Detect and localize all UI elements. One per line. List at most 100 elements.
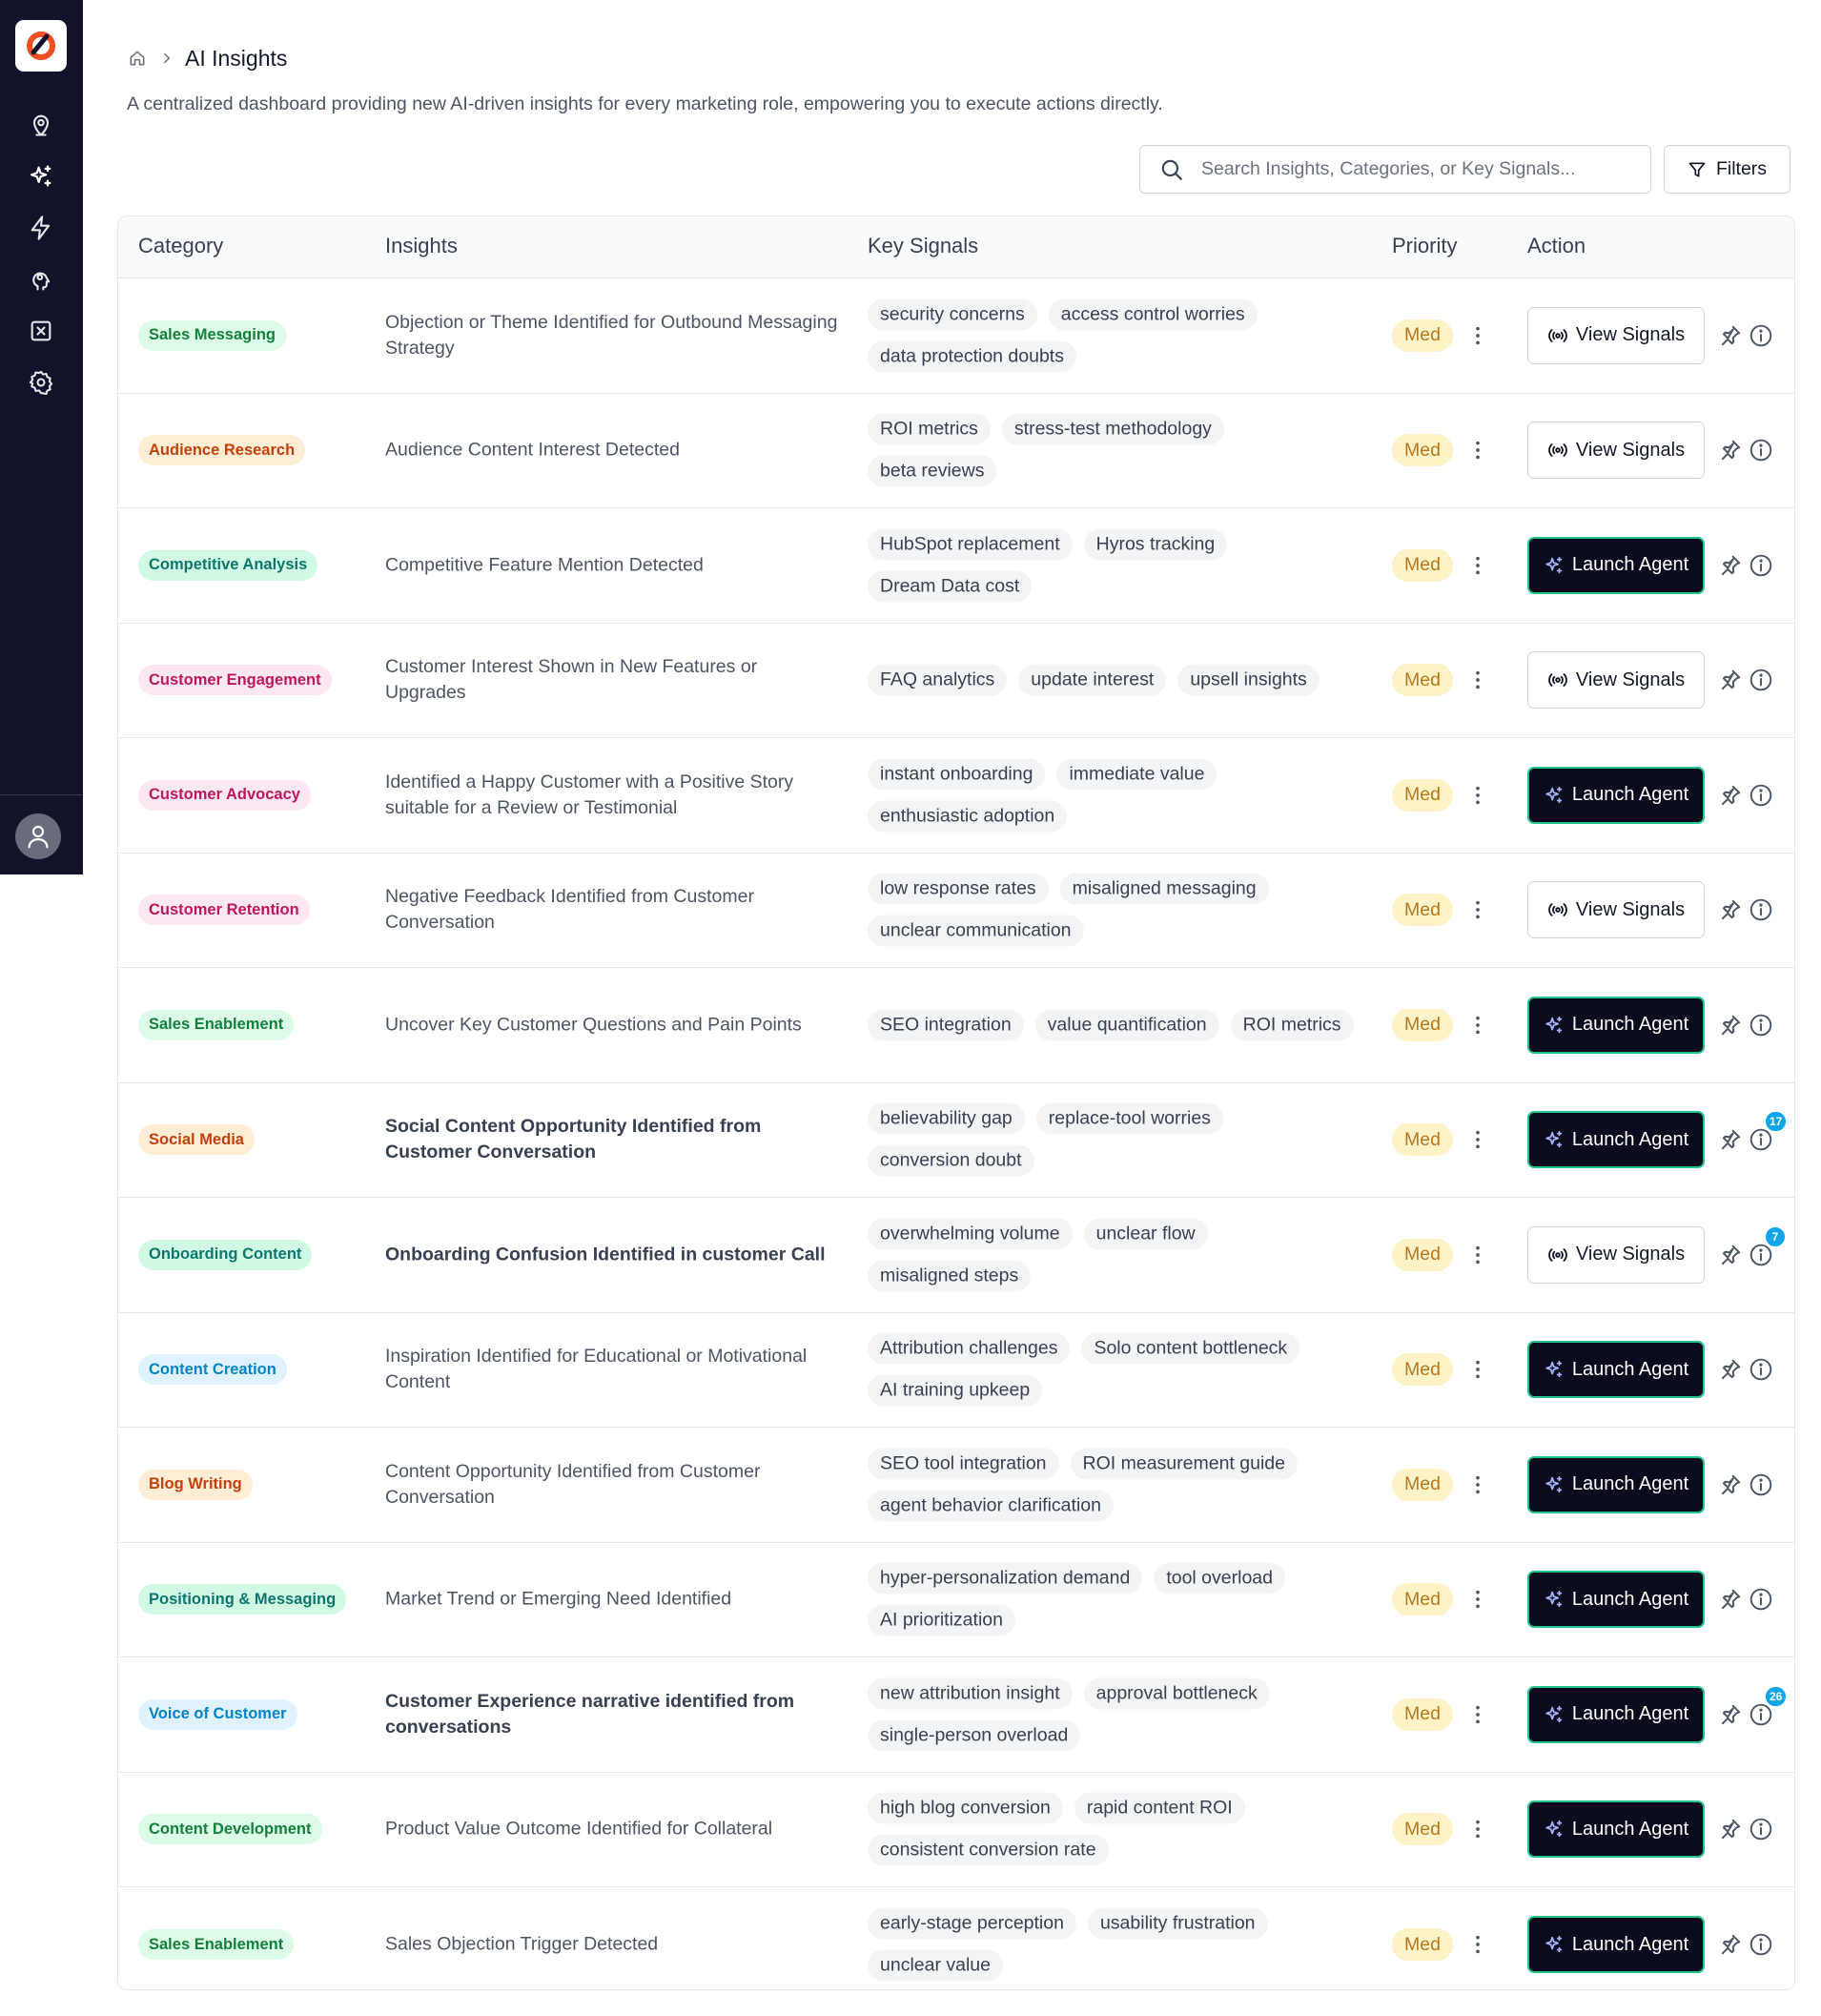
filters-button[interactable]: Filters — [1664, 145, 1790, 194]
pin-icon[interactable] — [1718, 897, 1743, 922]
user-avatar[interactable] — [15, 813, 61, 859]
info-icon[interactable] — [1749, 897, 1773, 922]
pin-icon[interactable] — [1718, 438, 1743, 463]
column-header-action[interactable]: Action — [1527, 234, 1586, 258]
more-options-icon[interactable] — [1468, 321, 1487, 350]
more-options-icon[interactable] — [1468, 1815, 1487, 1843]
info-icon[interactable] — [1749, 668, 1773, 692]
more-options-icon[interactable] — [1468, 1125, 1487, 1154]
column-header-key-signals[interactable]: Key Signals — [868, 234, 978, 258]
view-signals-button[interactable]: View Signals — [1527, 306, 1705, 364]
column-header-insights[interactable]: Insights — [385, 234, 458, 258]
pin-icon[interactable] — [1718, 1817, 1743, 1841]
pin-icon[interactable] — [1718, 1702, 1743, 1727]
more-options-icon[interactable] — [1468, 781, 1487, 810]
view-signals-button[interactable]: View Signals — [1527, 651, 1705, 710]
key-signal-chip: approval bottleneck — [1083, 1677, 1270, 1710]
pin-icon[interactable] — [1718, 1243, 1743, 1267]
more-options-icon[interactable] — [1468, 1471, 1487, 1499]
breadcrumb: AI Insights — [128, 42, 287, 74]
info-icon[interactable] — [1749, 783, 1773, 808]
key-signal-chip: HubSpot replacement — [868, 528, 1073, 561]
app-logo[interactable] — [15, 20, 67, 72]
key-signal-chip: access control worries — [1048, 298, 1258, 331]
sparkles-icon — [1545, 1016, 1563, 1033]
insights-table: Category Insights Key Signals Priority A… — [117, 216, 1795, 1990]
info-icon[interactable] — [1749, 1472, 1773, 1497]
pin-icon[interactable] — [1718, 1932, 1743, 1957]
info-icon[interactable] — [1749, 553, 1773, 578]
pin-icon[interactable] — [1718, 1357, 1743, 1382]
sparkles-icon — [1545, 1475, 1563, 1492]
more-options-icon[interactable] — [1468, 1241, 1487, 1269]
more-options-icon[interactable] — [1468, 551, 1487, 580]
more-options-icon[interactable] — [1468, 1355, 1487, 1384]
sparkles-icon[interactable] — [25, 160, 57, 193]
info-icon[interactable] — [1749, 323, 1773, 348]
lightning-icon[interactable] — [25, 212, 57, 244]
sparkles-icon — [1545, 556, 1563, 573]
info-icon[interactable] — [1749, 1357, 1773, 1382]
pin-icon[interactable] — [1718, 323, 1743, 348]
home-icon[interactable] — [128, 48, 149, 69]
launch-agent-button[interactable]: Launch Agent — [1527, 1916, 1705, 1974]
location-pin-icon[interactable] — [25, 109, 57, 141]
sidebar — [0, 0, 83, 874]
key-signals-list: believability gap replace-tool worries con… — [868, 1102, 1354, 1177]
priority-badge: Med — [1392, 1008, 1453, 1041]
pin-icon[interactable] — [1718, 1472, 1743, 1497]
key-signal-chip: replace-tool worries — [1035, 1102, 1223, 1135]
more-options-icon[interactable] — [1468, 1700, 1487, 1729]
category-badge: Customer Advocacy — [138, 779, 311, 811]
more-options-icon[interactable] — [1468, 436, 1487, 464]
launch-agent-button[interactable]: Launch Agent — [1527, 1800, 1705, 1859]
launch-agent-button[interactable]: Launch Agent — [1527, 1455, 1705, 1513]
key-signal-chip: believability gap — [868, 1102, 1025, 1135]
pin-icon[interactable] — [1718, 1587, 1743, 1612]
search-bar[interactable] — [1139, 145, 1651, 194]
key-signal-chip: misaligned steps — [868, 1260, 1032, 1292]
launch-agent-button[interactable]: Launch Agent — [1527, 1111, 1705, 1169]
table-row: Social Media Social Content Opportunity I… — [118, 1083, 1794, 1198]
settings-gear-icon[interactable] — [25, 366, 57, 399]
more-options-icon[interactable] — [1468, 1585, 1487, 1614]
launch-agent-button[interactable]: Launch Agent — [1527, 766, 1705, 824]
view-signals-button[interactable]: View Signals — [1527, 1225, 1705, 1284]
launch-agent-button[interactable]: Launch Agent — [1527, 536, 1705, 594]
more-options-icon[interactable] — [1468, 1011, 1487, 1039]
table-row: Customer Retention Negative Feedback Iden… — [118, 854, 1794, 968]
sparkles-icon — [1545, 1821, 1563, 1838]
pin-icon[interactable] — [1718, 1013, 1743, 1038]
info-icon[interactable] — [1749, 1587, 1773, 1612]
sidebar-divider — [0, 794, 83, 795]
x-box-icon[interactable] — [25, 315, 57, 347]
launch-agent-button[interactable]: Launch Agent — [1527, 1685, 1705, 1743]
key-signal-chip: usability frustration — [1087, 1907, 1268, 1940]
pin-icon[interactable] — [1718, 553, 1743, 578]
signal-broadcast-icon — [1548, 443, 1567, 458]
more-options-icon[interactable] — [1468, 666, 1487, 694]
pin-icon[interactable] — [1718, 783, 1743, 808]
more-options-icon[interactable] — [1468, 1930, 1487, 1959]
launch-agent-button[interactable]: Launch Agent — [1527, 996, 1705, 1054]
key-signals-list: instant onboarding immediate value enthusi… — [868, 758, 1354, 833]
notification-count-badge: 26 — [1764, 1684, 1789, 1708]
insight-text: Market Trend or Emerging Need Identified — [385, 1588, 732, 1610]
category-badge: Customer Engagement — [138, 665, 332, 696]
column-header-category[interactable]: Category — [138, 234, 223, 258]
launch-agent-button[interactable]: Launch Agent — [1527, 1341, 1705, 1399]
launch-agent-button[interactable]: Launch Agent — [1527, 1571, 1705, 1629]
brain-gear-icon[interactable] — [25, 263, 57, 296]
view-signals-button[interactable]: View Signals — [1527, 881, 1705, 939]
pin-icon[interactable] — [1718, 1127, 1743, 1152]
search-input[interactable] — [1201, 158, 1621, 180]
column-header-priority[interactable]: Priority — [1392, 234, 1457, 258]
info-icon[interactable] — [1749, 1817, 1773, 1841]
view-signals-button[interactable]: View Signals — [1527, 422, 1705, 480]
pin-icon[interactable] — [1718, 668, 1743, 692]
info-icon[interactable] — [1749, 438, 1773, 463]
key-signal-chip: instant onboarding — [868, 758, 1046, 791]
info-icon[interactable] — [1749, 1932, 1773, 1957]
more-options-icon[interactable] — [1468, 895, 1487, 924]
info-icon[interactable] — [1749, 1013, 1773, 1038]
